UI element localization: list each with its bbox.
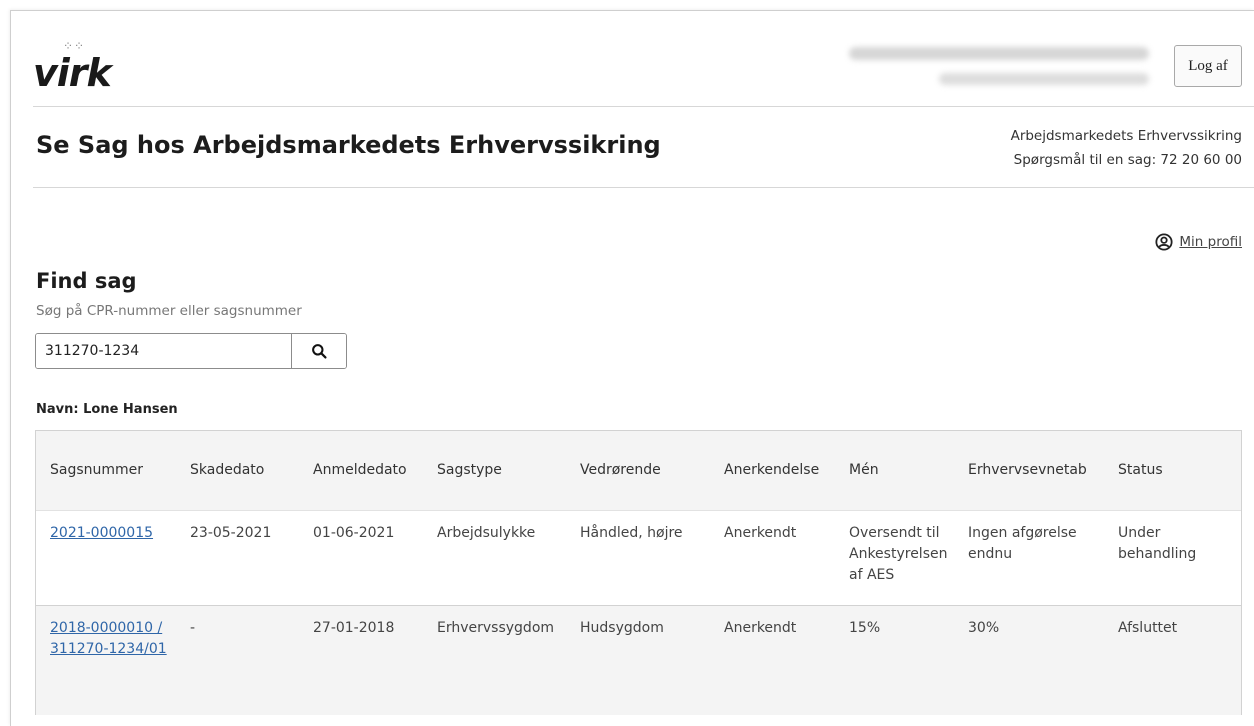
case-number-link[interactable]: 2018-0000010 / 311270-1234/01 <box>50 620 167 657</box>
table-cell: 01-06-2021 <box>313 525 395 541</box>
page-title: Se Sag hos Arbejdsmarkedets Erhvervssikr… <box>36 131 661 159</box>
column-header: Anmeldedato <box>313 462 407 478</box>
table-cell: Anerkendt <box>724 620 797 636</box>
logo-text: virk <box>33 51 112 95</box>
search-icon <box>311 343 327 359</box>
search-input[interactable] <box>36 334 291 368</box>
case-number-cell: 2021-0000015 <box>36 511 176 605</box>
table-cell: Oversendt til Ankestyrelsen af AES <box>849 525 948 583</box>
column-header: Vedrørende <box>580 462 661 478</box>
column-header: Erhvervsevnetab <box>968 462 1087 478</box>
case-number-cell: 2018-0000010 / 311270-1234/01 <box>36 606 176 715</box>
column-header: Status <box>1118 462 1163 478</box>
table-cell: Anerkendt <box>724 525 797 541</box>
person-name: Navn: Lone Hansen <box>36 402 178 417</box>
column-header: Sagsnummer <box>50 462 144 478</box>
table-cell: Håndled, højre <box>580 525 683 541</box>
title-divider <box>33 187 1254 188</box>
org-name: Arbejdsmarkedets Erhvervssikring <box>1010 128 1242 144</box>
profile-link[interactable]: Min profil <box>1179 234 1242 250</box>
find-case-heading: Find sag <box>36 269 137 293</box>
table-cell: Afsluttet <box>1118 620 1178 636</box>
table-row: 2018-0000010 / 311270-1234/01 - 27-01-20… <box>36 605 1241 715</box>
case-number-link[interactable]: 2021-0000015 <box>50 525 153 541</box>
blurred-user-company <box>939 73 1149 85</box>
table-header: Sagsnummer Skadedato Anmeldedato Sagstyp… <box>36 431 1241 510</box>
search-button[interactable] <box>291 334 346 368</box>
table-cell: 30% <box>968 620 1000 636</box>
logout-button[interactable]: Log af <box>1174 45 1242 87</box>
table-row: 2021-0000015 23-05-2021 01-06-2021 Arbej… <box>36 510 1241 605</box>
table-cell: Arbejdsulykke <box>437 525 536 541</box>
table-cell: - <box>190 620 196 636</box>
table-cell: Ingen afgørelse endnu <box>968 525 1077 562</box>
column-header: Anerkendelse <box>724 462 820 478</box>
table-cell: Hudsygdom <box>580 620 664 636</box>
table-cell: Under behandling <box>1118 525 1197 562</box>
search-hint: Søg på CPR-nummer eller sagsnummer <box>36 303 302 319</box>
table-cell: Erhvervssygdom <box>437 620 555 636</box>
virk-logo[interactable]: ⁘⁘ virk <box>33 39 123 99</box>
search-box <box>35 333 347 369</box>
header-divider <box>33 106 1254 107</box>
org-info: Arbejdsmarkedets Erhvervssikring Spørgsm… <box>1011 124 1242 172</box>
table-cell: 23-05-2021 <box>190 525 272 541</box>
profile-link-group[interactable]: Min profil <box>1155 233 1242 251</box>
blurred-user-info <box>849 47 1149 85</box>
user-circle-icon <box>1155 233 1173 251</box>
column-header: Sagstype <box>437 462 502 478</box>
cases-table: Sagsnummer Skadedato Anmeldedato Sagstyp… <box>35 430 1242 715</box>
column-header: Mén <box>849 462 879 478</box>
blurred-user-name <box>849 47 1149 60</box>
column-header: Skadedato <box>190 462 265 478</box>
table-cell: 27-01-2018 <box>313 620 395 636</box>
table-cell: 15% <box>849 620 881 636</box>
org-phone: Spørgsmål til en sag: 72 20 60 00 <box>1013 152 1242 168</box>
page-frame: ⁘⁘ virk Log af Se Sag hos Arbejdsmarkede… <box>10 10 1254 726</box>
